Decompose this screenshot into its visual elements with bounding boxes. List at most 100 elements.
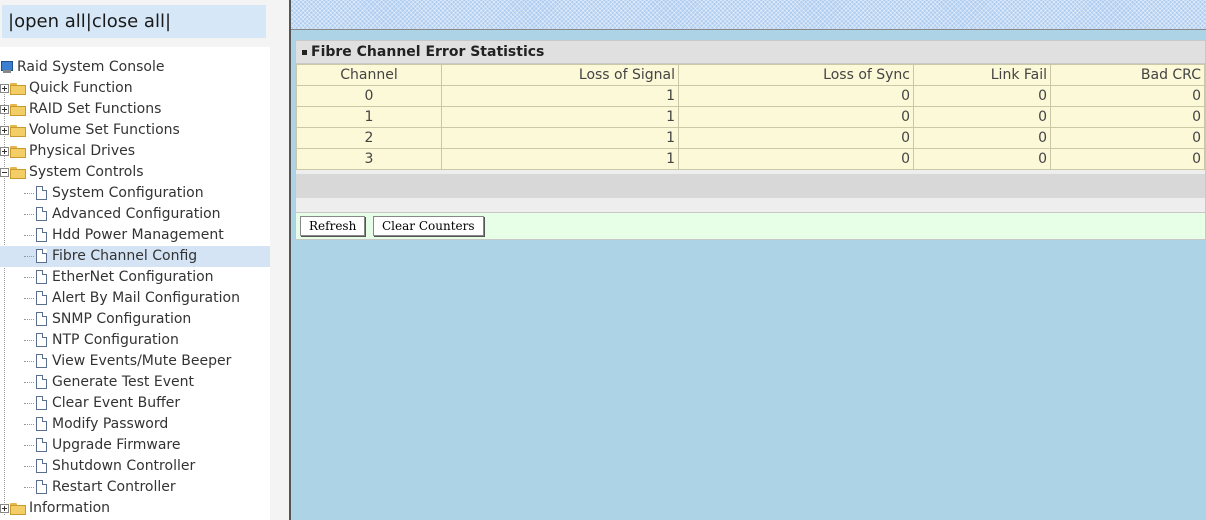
folder-icon [10, 146, 26, 158]
tree-item-system-configuration[interactable]: System Configuration [0, 183, 270, 204]
tree-connector [24, 256, 34, 257]
document-icon [36, 375, 47, 389]
tree-root-label: Raid System Console [17, 59, 165, 75]
tree-connector [24, 298, 34, 299]
tree-folder-label: System Controls [29, 164, 144, 180]
expand-icon[interactable] [0, 504, 9, 513]
tree-item-restart-controller[interactable]: Restart Controller [0, 477, 270, 498]
table-cell: 3 [296, 148, 442, 170]
table-cell: 1 [441, 148, 679, 170]
tree-connector [24, 382, 34, 383]
tree-item-label: Shutdown Controller [52, 458, 196, 474]
clear-counters-button[interactable]: Clear Counters [373, 216, 484, 236]
expand-icon[interactable] [0, 105, 9, 114]
table-cell: 0 [913, 148, 1051, 170]
tree-item-ntp-configuration[interactable]: NTP Configuration [0, 330, 270, 351]
panel-title: Fibre Channel Error Statistics [296, 41, 1205, 64]
tree-item-label: Hdd Power Management [52, 227, 224, 243]
separator: | [164, 11, 172, 32]
tree-folder-system-controls[interactable]: System Controls [0, 162, 270, 183]
tree-item-modify-password[interactable]: Modify Password [0, 414, 270, 435]
tree-item-hdd-power-management[interactable]: Hdd Power Management [0, 225, 270, 246]
tree-folder-physical-drives[interactable]: Physical Drives [0, 141, 270, 162]
tree-connector [24, 193, 34, 194]
tree-folder-quick-function[interactable]: Quick Function [0, 78, 270, 99]
console-icon [1, 61, 13, 74]
table-cell: 1 [296, 106, 442, 128]
tree-connector [24, 445, 34, 446]
expand-icon[interactable] [0, 147, 9, 156]
content-frame: Fibre Channel Error Statistics Channel L… [289, 0, 1206, 520]
table-cell: 1 [441, 127, 679, 149]
table-cell: 0 [913, 106, 1051, 128]
tree-item-upgrade-firmware[interactable]: Upgrade Firmware [0, 435, 270, 456]
table-row: 11000 [296, 106, 1205, 128]
navigation-tree: Raid System Console Quick Function RAID S… [0, 57, 270, 519]
table-row: 01000 [296, 85, 1205, 107]
document-icon [36, 438, 47, 452]
panel-title-text: Fibre Channel Error Statistics [311, 44, 545, 60]
tree-folder-label: Physical Drives [29, 143, 136, 159]
tree-item-snmp-configuration[interactable]: SNMP Configuration [0, 309, 270, 330]
document-icon [36, 249, 47, 263]
tree-item-advanced-configuration[interactable]: Advanced Configuration [0, 204, 270, 225]
tree-folder-label: Information [29, 500, 111, 516]
close-all-link[interactable]: close all [92, 11, 165, 32]
tree-item-shutdown-controller[interactable]: Shutdown Controller [0, 456, 270, 477]
tree-connector [24, 361, 34, 362]
tree-folder-information[interactable]: Information [0, 498, 270, 519]
table-cell: 1 [441, 85, 679, 107]
tree-connector [24, 487, 34, 488]
document-icon [36, 270, 47, 284]
table-cell: 0 [1050, 148, 1205, 170]
tree-connector [24, 235, 34, 236]
tree-item-label: Clear Event Buffer [52, 395, 181, 411]
table-cell: 0 [678, 127, 914, 149]
table-cell: 0 [1050, 127, 1205, 149]
collapse-icon[interactable] [0, 168, 9, 177]
tree-root[interactable]: Raid System Console [0, 57, 270, 78]
document-icon [36, 312, 47, 326]
tree-item-fibre-channel-config[interactable]: Fibre Channel Config [0, 246, 270, 267]
table-cell: 0 [1050, 106, 1205, 128]
table-cell: 0 [678, 106, 914, 128]
folder-icon [10, 125, 26, 137]
document-icon [36, 396, 47, 410]
tree-item-alert-by-mail-configuration[interactable]: Alert By Mail Configuration [0, 288, 270, 309]
tree-item-label: View Events/Mute Beeper [52, 353, 232, 369]
table-cell: 0 [678, 85, 914, 107]
document-icon [36, 417, 47, 431]
folder-icon [10, 83, 26, 95]
document-icon [36, 333, 47, 347]
expand-icon[interactable] [0, 84, 9, 93]
document-icon [36, 291, 47, 305]
tree-toolbar: |open all|close all| [0, 0, 289, 47]
tree-scrollbar[interactable]: ^ [270, 0, 289, 520]
stats-table: Channel Loss of Signal Loss of Sync Link… [296, 64, 1205, 170]
table-footer-spacer [296, 174, 1205, 198]
refresh-button[interactable]: Refresh [300, 216, 366, 236]
document-icon [36, 207, 47, 221]
tree-folder-raid-set-functions[interactable]: RAID Set Functions [0, 99, 270, 120]
fibre-channel-stats-panel: Fibre Channel Error Statistics Channel L… [295, 40, 1206, 240]
document-icon [36, 354, 47, 368]
tree-item-clear-event-buffer[interactable]: Clear Event Buffer [0, 393, 270, 414]
document-icon [36, 186, 47, 200]
header-banner [291, 0, 1206, 30]
navigation-tree-frame: |open all|close all| ^ Raid System Conso… [0, 0, 289, 520]
table-header-row: Channel Loss of Signal Loss of Sync Link… [296, 64, 1205, 86]
folder-icon [10, 104, 26, 116]
column-header-bad-crc: Bad CRC [1050, 64, 1205, 86]
tree-item-generate-test-event[interactable]: Generate Test Event [0, 372, 270, 393]
column-header-channel: Channel [296, 64, 442, 86]
tree-item-label: NTP Configuration [52, 332, 179, 348]
tree-item-ethernet-configuration[interactable]: EtherNet Configuration [0, 267, 270, 288]
open-all-link[interactable]: open all [14, 11, 86, 32]
tree-folder-label: Quick Function [29, 80, 133, 96]
tree-connector [24, 277, 34, 278]
tree-item-view-events-mute-beeper[interactable]: View Events/Mute Beeper [0, 351, 270, 372]
open-folder-icon [10, 167, 26, 179]
expand-icon[interactable] [0, 126, 9, 135]
tree-folder-volume-set-functions[interactable]: Volume Set Functions [0, 120, 270, 141]
tree-connector [24, 403, 34, 404]
